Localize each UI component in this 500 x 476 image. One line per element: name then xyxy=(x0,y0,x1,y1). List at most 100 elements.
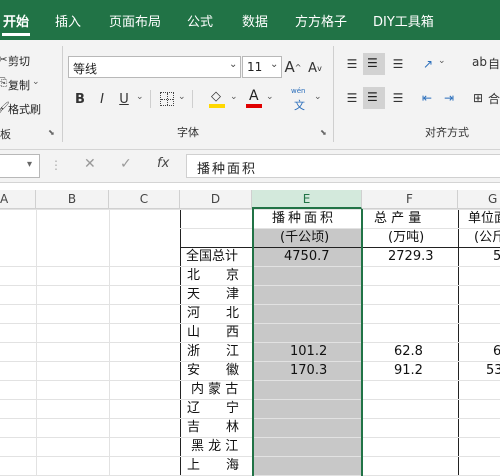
insert-function-icon[interactable]: fx xyxy=(157,156,169,171)
tab-fangfang-gezi[interactable]: 方方格子 xyxy=(295,11,347,30)
column-header-c[interactable]: C xyxy=(109,190,180,209)
scissors-icon[interactable]: ✂ xyxy=(0,52,8,66)
fill-color-button[interactable]: ◇ xyxy=(208,89,226,109)
region-cell[interactable]: 浙 江 xyxy=(187,342,239,361)
column-header-g[interactable]: G xyxy=(458,190,500,209)
ribbon: ✂ 剪切 ⎘ 复制 ⌄ 🖌 格式刷 板 ⬊ 等线 ⌄ 11 ⌄ A ^ Av B … xyxy=(0,40,500,150)
decrease-font-size-button[interactable]: Av xyxy=(306,57,324,79)
sown-area-cell[interactable]: 170.3 xyxy=(290,361,327,380)
region-cell[interactable]: 辽 宁 xyxy=(187,399,239,418)
unit-yield-cell[interactable]: 53 xyxy=(486,361,500,380)
header-cell-unit-kg[interactable]: (公斤 xyxy=(474,228,500,247)
phonetic-guide-button[interactable]: wén 文 xyxy=(290,87,312,113)
increase-font-size-button[interactable]: A ^ xyxy=(284,56,302,78)
format-painter-icon[interactable]: 🖌 xyxy=(0,100,10,114)
font-color-swatch xyxy=(246,104,262,108)
column-header-b[interactable]: B xyxy=(36,190,109,209)
confirm-entry-icon[interactable]: ✓ xyxy=(120,156,132,172)
wrap-text-icon[interactable]: ab xyxy=(472,55,487,69)
chevron-down-icon: ▾ xyxy=(27,159,33,170)
font-color-dropdown-icon[interactable]: ⌄ xyxy=(266,92,274,102)
column-header-d[interactable]: D xyxy=(180,190,252,209)
merge-center-icon[interactable]: ⊞ xyxy=(470,88,486,108)
active-tab-indicator xyxy=(2,33,30,36)
italic-button[interactable]: I xyxy=(94,88,110,110)
tab-home[interactable]: 开始 xyxy=(3,11,29,30)
header-cell-unit-10k-tons[interactable]: (万吨) xyxy=(388,228,424,247)
orientation-dropdown-icon[interactable]: ⌄ xyxy=(438,56,446,66)
format-painter-button[interactable]: 格式刷 xyxy=(8,101,41,117)
cancel-entry-icon[interactable]: ✕ xyxy=(84,156,96,172)
header-cell-unit-thousand-ha[interactable]: (千公顷) xyxy=(280,228,329,247)
phonetic-char: 文 xyxy=(294,99,305,112)
total-output-cell[interactable]: 62.8 xyxy=(394,342,423,361)
tab-data[interactable]: 数据 xyxy=(242,11,268,30)
copy-button[interactable]: 复制 xyxy=(8,77,30,93)
decrease-indent-icon[interactable]: ⇤ xyxy=(418,88,436,108)
gridline xyxy=(0,456,500,457)
fill-color-dropdown-icon[interactable]: ⌄ xyxy=(230,92,238,102)
merge-center-label[interactable]: 合 xyxy=(488,90,500,107)
worksheet-grid[interactable]: 播种面积 总 产 量 单位面 (千公顷) (万吨) (公斤 全国总计 4750.… xyxy=(0,209,500,476)
group-divider xyxy=(62,46,63,142)
total-output-cell[interactable]: 91.2 xyxy=(394,361,423,380)
align-middle-button[interactable]: ☰ xyxy=(363,53,385,75)
region-cell[interactable]: 黑 龙 江 xyxy=(191,437,238,456)
region-cell[interactable]: 吉 林 xyxy=(187,418,239,437)
align-top-icon[interactable]: ☰ xyxy=(343,54,361,74)
orientation-icon[interactable]: ↗ xyxy=(418,54,438,74)
copy-icon[interactable]: ⎘ xyxy=(0,76,8,90)
increase-indent-icon[interactable]: ⇥ xyxy=(440,88,458,108)
sown-area-cell[interactable]: 101.2 xyxy=(290,342,327,361)
region-cell[interactable]: 上 海 xyxy=(187,456,239,475)
font-color-button[interactable]: A xyxy=(245,88,263,109)
clipboard-launcher-icon[interactable]: ⬊ xyxy=(48,128,55,137)
phonetic-dropdown-icon[interactable]: ⌄ xyxy=(314,92,322,102)
region-cell[interactable]: 内 蒙 古 xyxy=(191,380,238,399)
underline-dropdown-icon[interactable]: ⌄ xyxy=(136,92,144,102)
font-launcher-icon[interactable]: ⬊ xyxy=(320,128,327,137)
underline-button[interactable]: U xyxy=(116,88,132,110)
font-name-dropdown[interactable]: 等线 ⌄ xyxy=(68,56,241,78)
bold-button[interactable]: B xyxy=(72,88,88,110)
column-header-a[interactable]: A xyxy=(0,190,36,209)
region-cell[interactable]: 河 北 xyxy=(187,304,239,323)
align-left-icon[interactable]: ☰ xyxy=(343,88,361,108)
region-cell[interactable]: 全国总计 xyxy=(186,247,238,266)
tab-diy-toolbox[interactable]: DIY工具箱 xyxy=(373,11,434,30)
header-cell-sown-area[interactable]: 播种面积 xyxy=(272,209,336,228)
borders-dropdown-icon[interactable]: ⌄ xyxy=(178,92,186,102)
unit-yield-cell[interactable]: 6 xyxy=(493,342,500,361)
tab-page-layout[interactable]: 页面布局 xyxy=(109,11,161,30)
column-header-e[interactable]: E xyxy=(252,190,362,209)
name-box[interactable]: ▾ xyxy=(0,154,40,178)
region-cell[interactable]: 北 京 xyxy=(187,266,239,285)
cut-button[interactable]: 剪切 xyxy=(8,53,30,69)
column-header-f[interactable]: F xyxy=(362,190,458,209)
total-output-cell[interactable]: 2729.3 xyxy=(388,247,434,266)
region-cell[interactable]: 安 徽 xyxy=(187,361,239,380)
region-cell[interactable]: 天 津 xyxy=(187,285,239,304)
align-center-button[interactable]: ☰ xyxy=(363,87,385,109)
borders-icon[interactable] xyxy=(160,92,174,106)
header-cell-total-output[interactable]: 总 产 量 xyxy=(374,209,421,228)
gridline xyxy=(0,361,500,362)
header-cell-unit-yield[interactable]: 单位面 xyxy=(468,209,500,228)
font-size-dropdown[interactable]: 11 ⌄ xyxy=(242,56,282,78)
gridline xyxy=(0,323,500,324)
caret-down-icon: v xyxy=(317,63,322,73)
align-bottom-icon[interactable]: ☰ xyxy=(389,54,407,74)
wrap-text-label[interactable]: 自 xyxy=(488,55,500,72)
region-cell[interactable]: 山 西 xyxy=(187,323,239,342)
shrink-letter: A xyxy=(308,60,318,76)
formula-input[interactable]: 播种面积 xyxy=(186,154,500,178)
sown-area-cell[interactable]: 4750.7 xyxy=(284,247,330,266)
unit-yield-cell[interactable]: 5 xyxy=(493,247,500,266)
tab-insert[interactable]: 插入 xyxy=(55,11,81,30)
caret-up-icon: ^ xyxy=(294,62,302,72)
tab-formulas[interactable]: 公式 xyxy=(187,11,213,30)
copy-dropdown-icon[interactable]: ⌄ xyxy=(32,77,40,87)
align-right-icon[interactable]: ☰ xyxy=(389,88,407,108)
fill-color-swatch xyxy=(209,104,225,108)
column-letter: E xyxy=(302,192,311,206)
